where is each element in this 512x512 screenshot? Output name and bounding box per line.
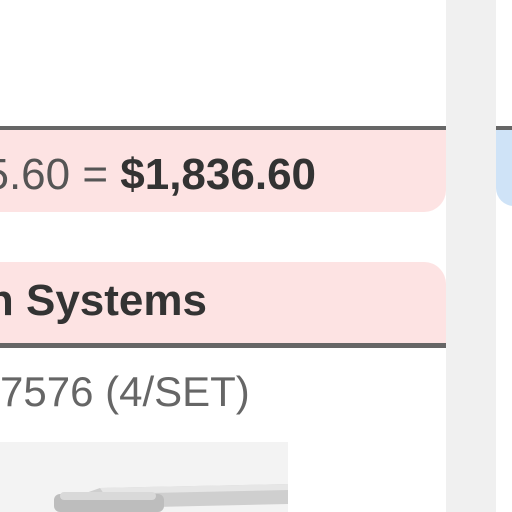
vendor-name[interactable]: ith Systems [0, 276, 207, 326]
page-stage: 65.60 = $1,836.60 ith Systems 7576 (4/SE… [0, 0, 512, 512]
price-summary-bar: 65.60 = $1,836.60 [0, 126, 446, 212]
product-image[interactable] [0, 442, 288, 512]
product-image-graphic [0, 442, 288, 512]
price-calculation: 65.60 = [0, 150, 109, 199]
price-total: $1,836.60 [120, 150, 317, 199]
product-card [0, 0, 446, 512]
product-sku: 7576 (4/SET) [0, 368, 250, 415]
next-card [496, 0, 512, 512]
vendor-header: ith Systems [0, 262, 446, 348]
next-card-summary-bar [496, 126, 512, 206]
price-summary-text: 65.60 = $1,836.60 [0, 150, 316, 200]
